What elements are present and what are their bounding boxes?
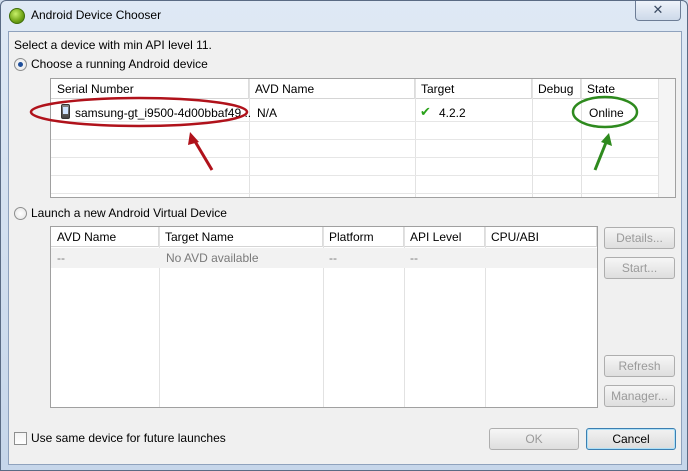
col-serial-number[interactable]: Serial Number: [51, 79, 249, 99]
avd-row-target-name: No AVD available: [166, 251, 259, 265]
row-divider: [51, 157, 675, 158]
device-state: Online: [589, 106, 624, 120]
manager-button[interactable]: Manager...: [604, 385, 675, 407]
launch-avd-label: Launch a new Android Virtual Device: [31, 206, 227, 220]
avd-table-header: AVD Name Target Name Platform API Level …: [51, 227, 597, 247]
android-icon: [9, 8, 25, 24]
running-devices-table[interactable]: Serial Number AVD Name Target Debug Stat…: [50, 78, 676, 198]
window-title: Android Device Chooser: [31, 8, 162, 22]
refresh-button[interactable]: Refresh: [604, 355, 675, 377]
col-target-name[interactable]: Target Name: [159, 227, 323, 247]
col-avd-name[interactable]: AVD Name: [249, 79, 415, 99]
row-divider: [51, 121, 675, 122]
avd-table[interactable]: AVD Name Target Name Platform API Level …: [50, 226, 598, 408]
col-target[interactable]: Target: [415, 79, 532, 99]
running-table-scrollbar[interactable]: [658, 79, 675, 197]
start-button[interactable]: Start...: [604, 257, 675, 279]
row-divider: [51, 175, 675, 176]
check-icon: ✔: [420, 104, 431, 119]
launch-avd-radio[interactable]: [14, 207, 27, 220]
same-device-label: Use same device for future launches: [31, 431, 226, 445]
avd-row-platform: --: [329, 251, 337, 265]
row-divider: [51, 193, 675, 194]
cancel-button[interactable]: Cancel: [586, 428, 676, 450]
table-row[interactable]: -- No AVD available -- --: [51, 248, 597, 268]
same-device-checkbox[interactable]: [14, 432, 27, 445]
col-api-level[interactable]: API Level: [404, 227, 485, 247]
ok-button[interactable]: OK: [489, 428, 579, 450]
choose-running-label: Choose a running Android device: [31, 57, 208, 71]
device-avd-name: N/A: [257, 106, 278, 120]
phone-icon: [61, 104, 70, 119]
dialog-content: Select a device with min API level 11. C…: [8, 31, 682, 465]
avd-row-name: --: [57, 251, 65, 265]
device-target: 4.2.2: [439, 106, 466, 120]
dialog-window: Android Device Chooser ✕ Select a device…: [0, 0, 688, 471]
avd-row-api-level: --: [410, 251, 418, 265]
col-cpu-abi[interactable]: CPU/ABI: [485, 227, 597, 247]
choose-running-radio[interactable]: [14, 58, 27, 71]
col-platform[interactable]: Platform: [323, 227, 404, 247]
col-debug[interactable]: Debug: [532, 79, 581, 99]
device-serial: samsung-gt_i9500-4d00bbaf49...: [75, 106, 252, 120]
col-state[interactable]: State: [581, 79, 660, 99]
close-button[interactable]: ✕: [635, 1, 681, 21]
title-bar[interactable]: Android Device Chooser ✕: [1, 1, 687, 31]
prompt-text: Select a device with min API level 11.: [14, 38, 212, 52]
row-divider: [51, 139, 675, 140]
col-avd-name[interactable]: AVD Name: [51, 227, 159, 247]
details-button[interactable]: Details...: [604, 227, 675, 249]
